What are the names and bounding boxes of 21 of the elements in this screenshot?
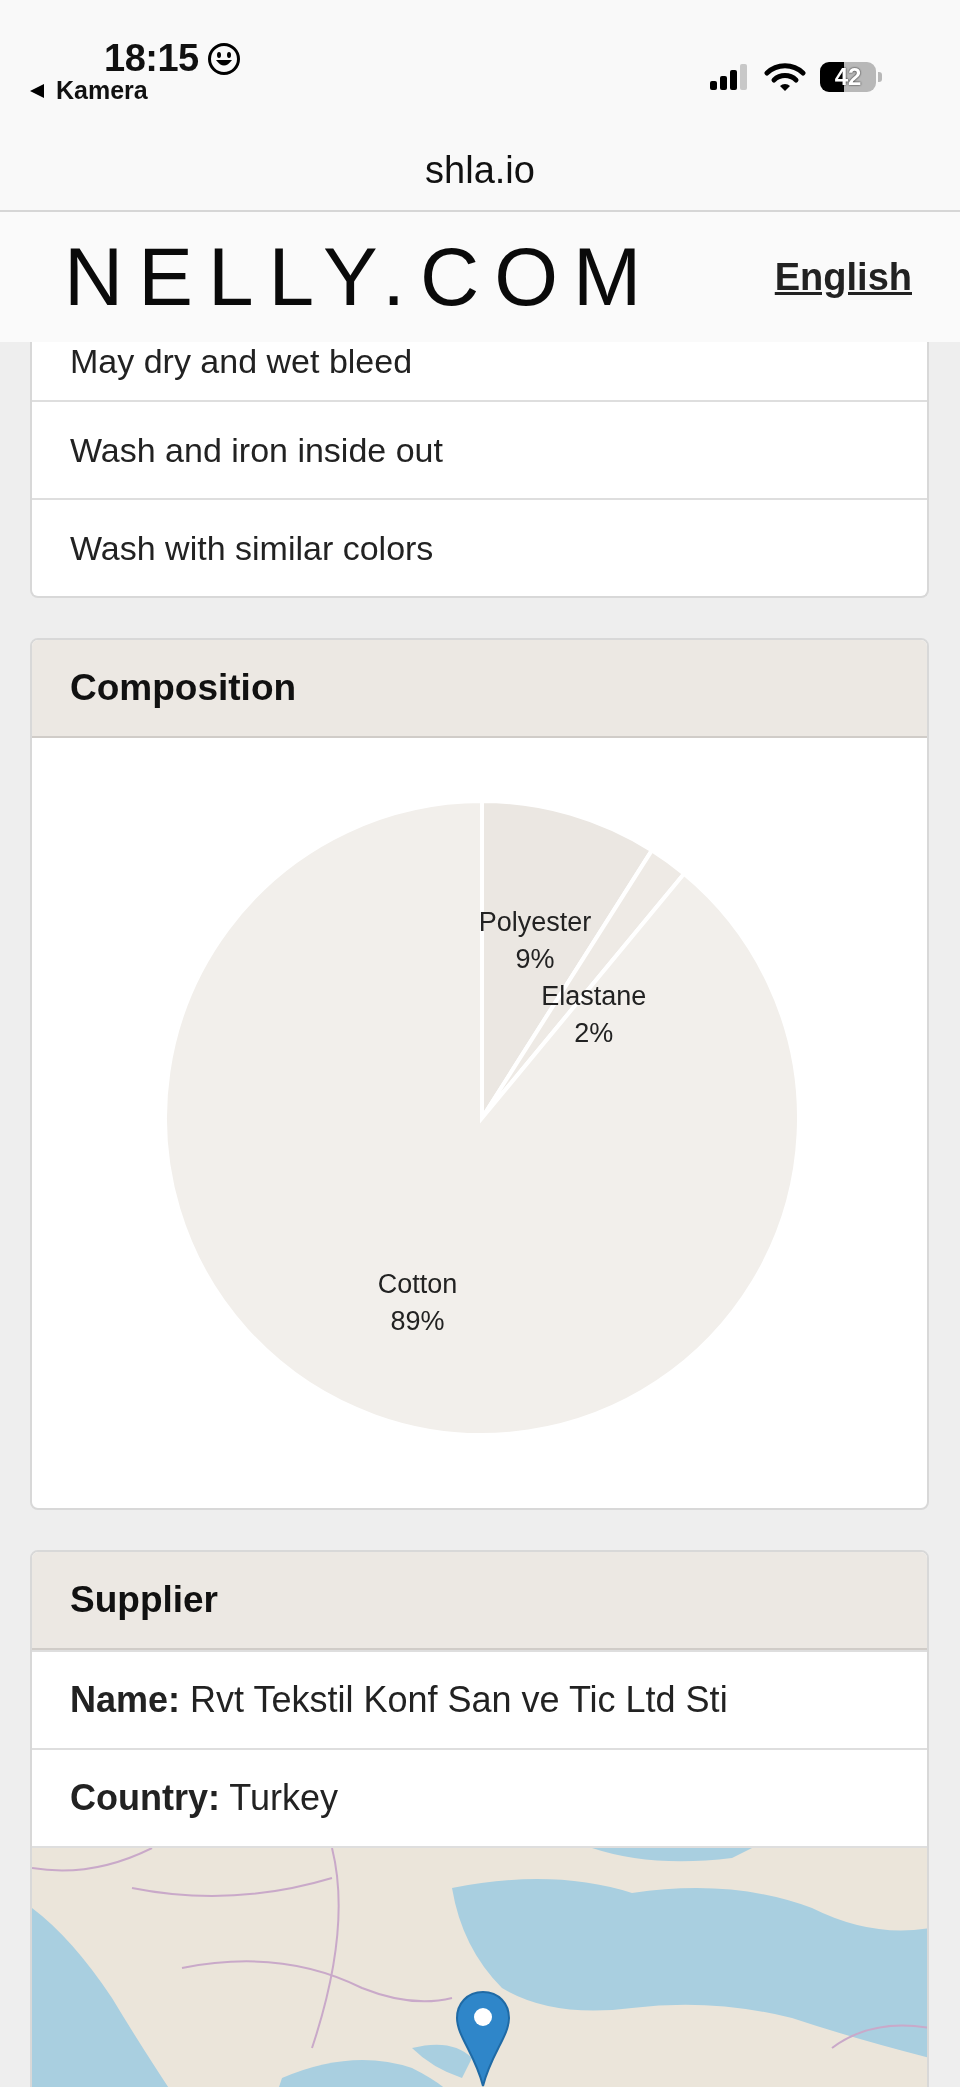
address-text[interactable]: shla.io	[425, 148, 535, 192]
slice-value: 89%	[390, 1306, 445, 1336]
slice-label: Polyester	[478, 907, 592, 938]
care-instruction: May dry and wet bleed	[70, 342, 413, 381]
back-triangle-icon	[28, 81, 46, 100]
language-link[interactable]: English	[774, 255, 912, 299]
care-instruction: Wash with similar colors	[70, 528, 434, 568]
map-pin-icon	[453, 1988, 513, 2087]
wifi-icon	[764, 62, 806, 92]
slice-value: 2%	[574, 1018, 614, 1049]
site-logo[interactable]: NELLY.COM	[64, 230, 657, 324]
signal-icon	[708, 63, 750, 91]
supplier-field: Country: Turkey	[70, 1777, 339, 1819]
slice-value: 9%	[515, 944, 555, 975]
care-instruction: Wash and iron inside out	[70, 430, 443, 470]
supplier-field: Name: Rvt Tekstil Konf San ve Tic Ltd Sti	[70, 1679, 728, 1721]
slice-label: Cotton	[377, 1269, 458, 1299]
section-title: Composition	[70, 667, 297, 709]
smiley-icon	[206, 41, 241, 76]
slice-label: Elastane	[541, 981, 647, 1012]
section-title: Supplier	[70, 1579, 219, 1621]
